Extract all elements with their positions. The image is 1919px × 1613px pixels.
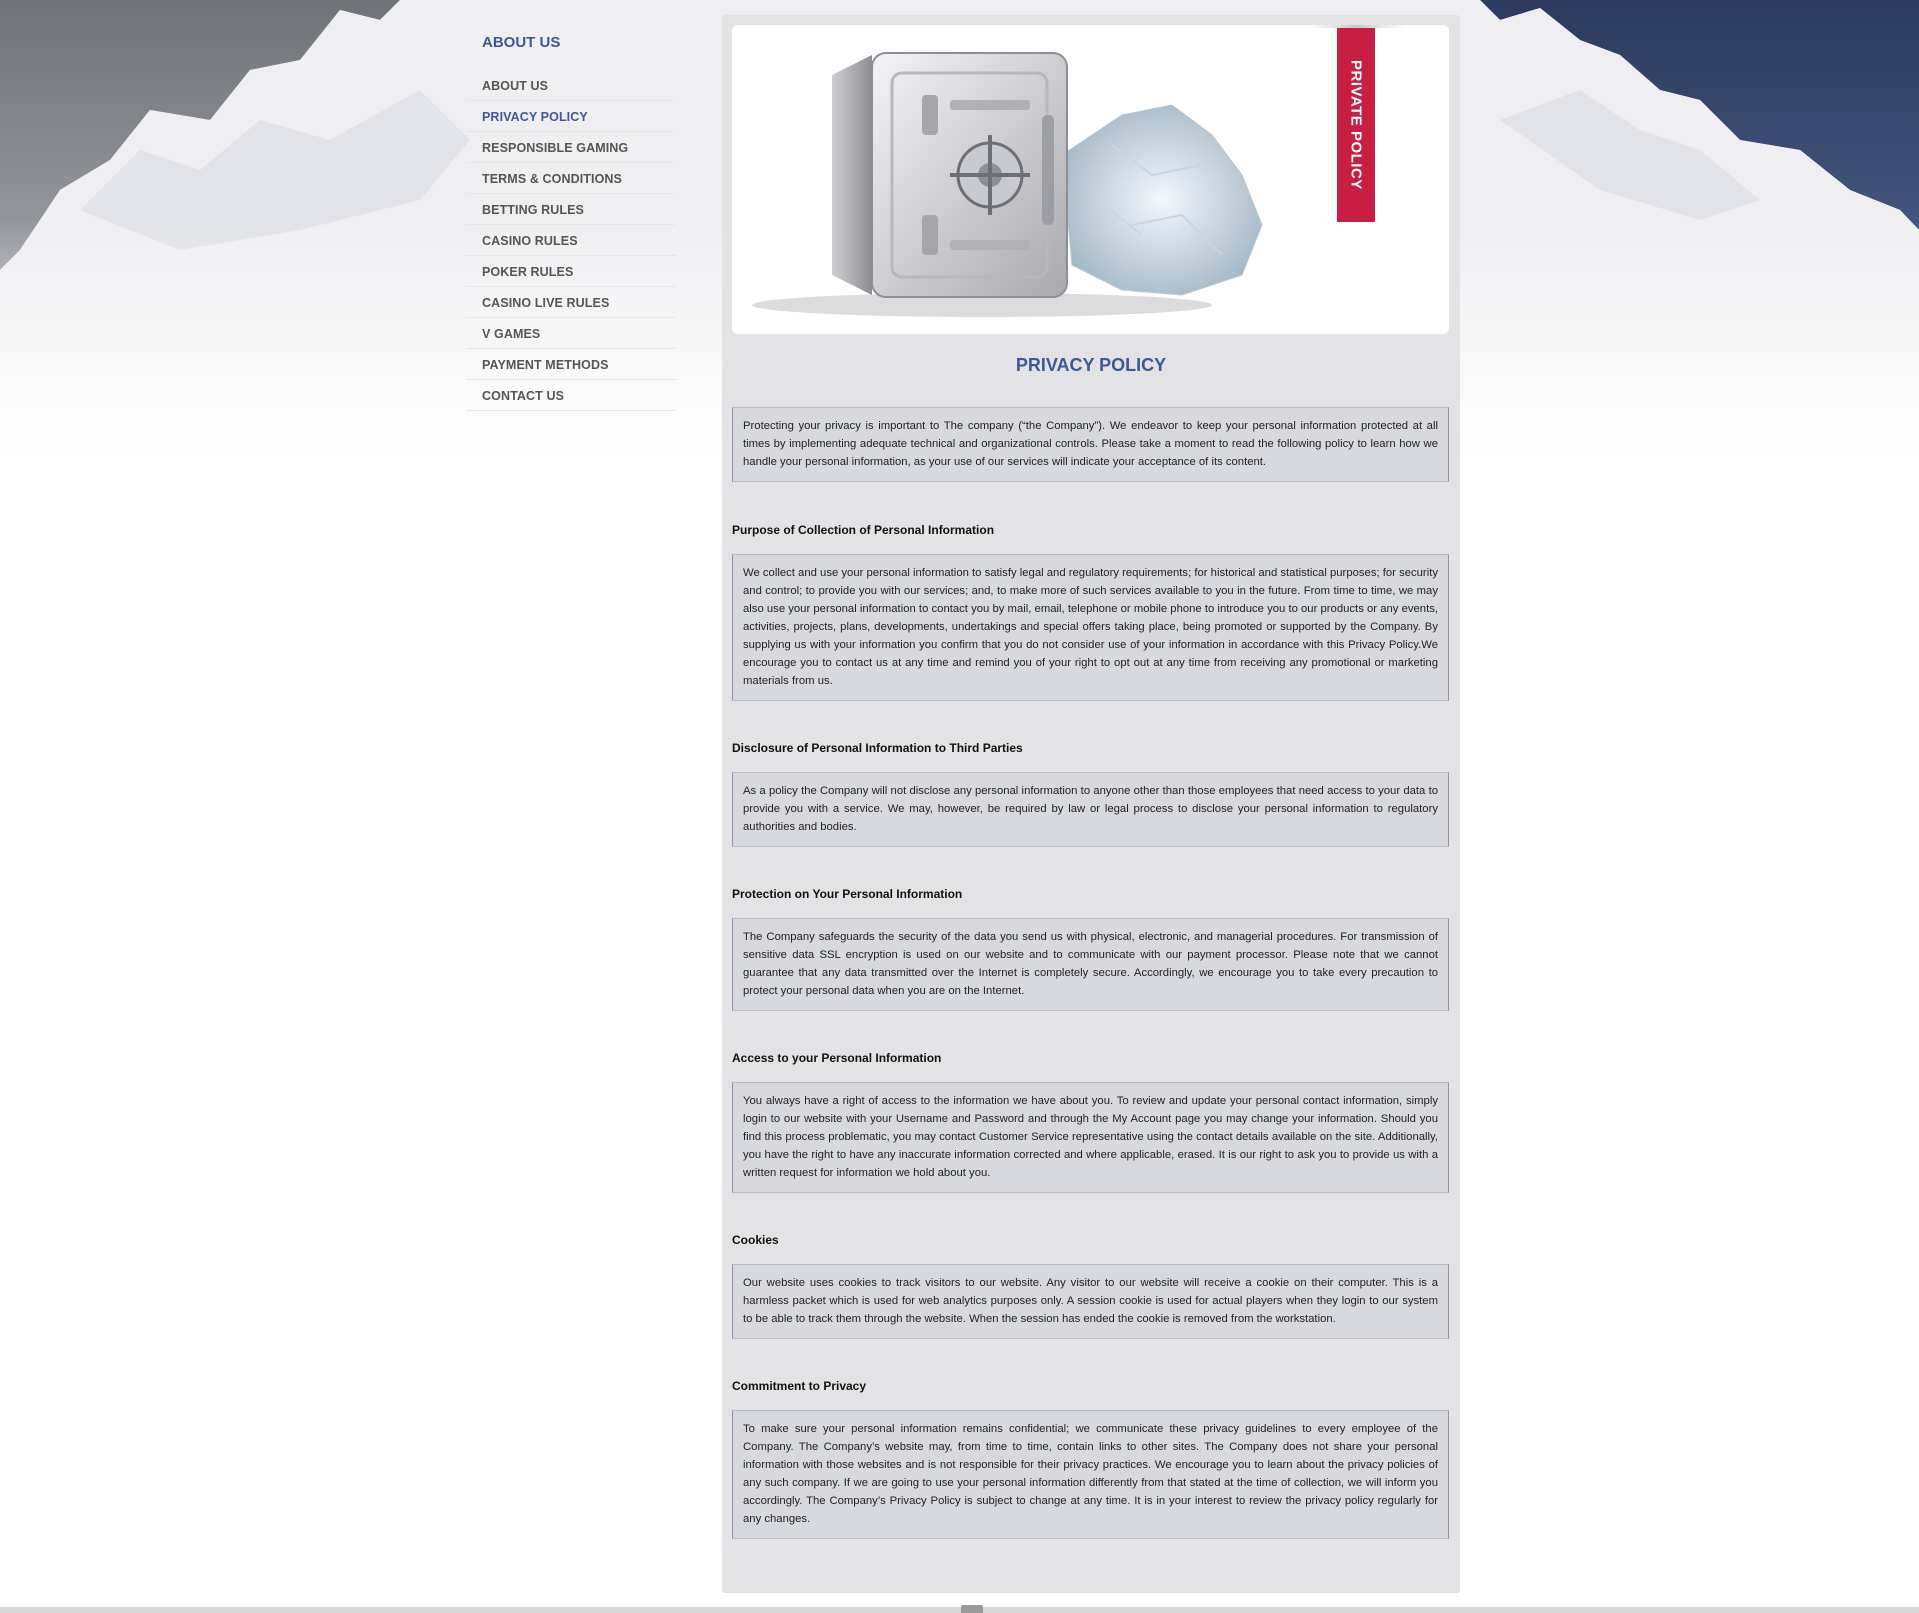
section-body: To make sure your personal information r… [732, 1410, 1449, 1539]
sidebar-item-terms-conditions[interactable]: TERMS & CONDITIONS [466, 163, 676, 194]
sidebar-link[interactable]: CONTACT US [466, 380, 676, 403]
section-body: You always have a right of access to the… [732, 1082, 1449, 1193]
section-heading: Disclosure of Personal Information to Th… [732, 741, 1023, 755]
sidebar-link[interactable]: CASINO LIVE RULES [466, 287, 676, 310]
section-heading: Purpose of Collection of Personal Inform… [732, 523, 995, 537]
intro-text: Protecting your privacy is important to … [732, 407, 1449, 482]
sidebar-link[interactable]: CASINO RULES [466, 225, 676, 248]
sidebar-link[interactable]: RESPONSIBLE GAMING [466, 132, 676, 155]
content-panel: PRIVATE POLICY PRIVACY POLICY Protecting… [722, 15, 1460, 1593]
footer-toggle-tab[interactable] [961, 1605, 983, 1613]
sidebar-item-poker-rules[interactable]: POKER RULES [466, 256, 676, 287]
section-body: As a policy the Company will not disclos… [732, 772, 1449, 847]
sidebar-item-betting-rules[interactable]: BETTING RULES [466, 194, 676, 225]
sidebar-link[interactable]: POKER RULES [466, 256, 676, 279]
sidebar-menu: ABOUT US PRIVACY POLICY RESPONSIBLE GAMI… [466, 70, 676, 411]
sidebar-link[interactable]: V GAMES [466, 318, 676, 341]
sidebar-link[interactable]: PRIVACY POLICY [466, 101, 676, 124]
sidebar-item-contact-us[interactable]: CONTACT US [466, 380, 676, 411]
section-body: Our website uses cookies to track visito… [732, 1264, 1449, 1339]
sidebar-title: ABOUT US [482, 34, 561, 51]
section-heading: Access to your Personal Information [732, 1051, 942, 1065]
private-policy-ribbon: PRIVATE POLICY [1309, 25, 1405, 222]
section-heading: Cookies [732, 1233, 779, 1247]
section-heading: Protection on Your Personal Information [732, 887, 963, 901]
sidebar-item-casino-rules[interactable]: CASINO RULES [466, 225, 676, 256]
ribbon-text: PRIVATE POLICY [1347, 60, 1365, 190]
page-title: PRIVACY POLICY [1015, 355, 1167, 375]
hero-banner: PRIVATE POLICY [732, 25, 1449, 334]
section-body: We collect and use your personal informa… [732, 554, 1449, 701]
sidebar-link[interactable]: TERMS & CONDITIONS [466, 163, 676, 186]
sidebar-link[interactable]: BETTING RULES [466, 194, 676, 217]
sidebar-item-responsible-gaming[interactable]: RESPONSIBLE GAMING [466, 132, 676, 163]
sidebar-item-about-us[interactable]: ABOUT US [466, 70, 676, 101]
sidebar-item-v-games[interactable]: V GAMES [466, 318, 676, 349]
section-body: The Company safeguards the security of t… [732, 918, 1449, 1011]
footer-bar [0, 1607, 1919, 1613]
sidebar-item-casino-live-rules[interactable]: CASINO LIVE RULES [466, 287, 676, 318]
section-heading: Commitment to Privacy [732, 1379, 867, 1393]
sidebar-link[interactable]: ABOUT US [466, 70, 676, 93]
sidebar-link[interactable]: PAYMENT METHODS [466, 349, 676, 372]
sidebar-item-payment-methods[interactable]: PAYMENT METHODS [466, 349, 676, 380]
sidebar: ABOUT US ABOUT US PRIVACY POLICY RESPONS… [466, 28, 676, 411]
sidebar-item-privacy-policy[interactable]: PRIVACY POLICY [466, 101, 676, 132]
